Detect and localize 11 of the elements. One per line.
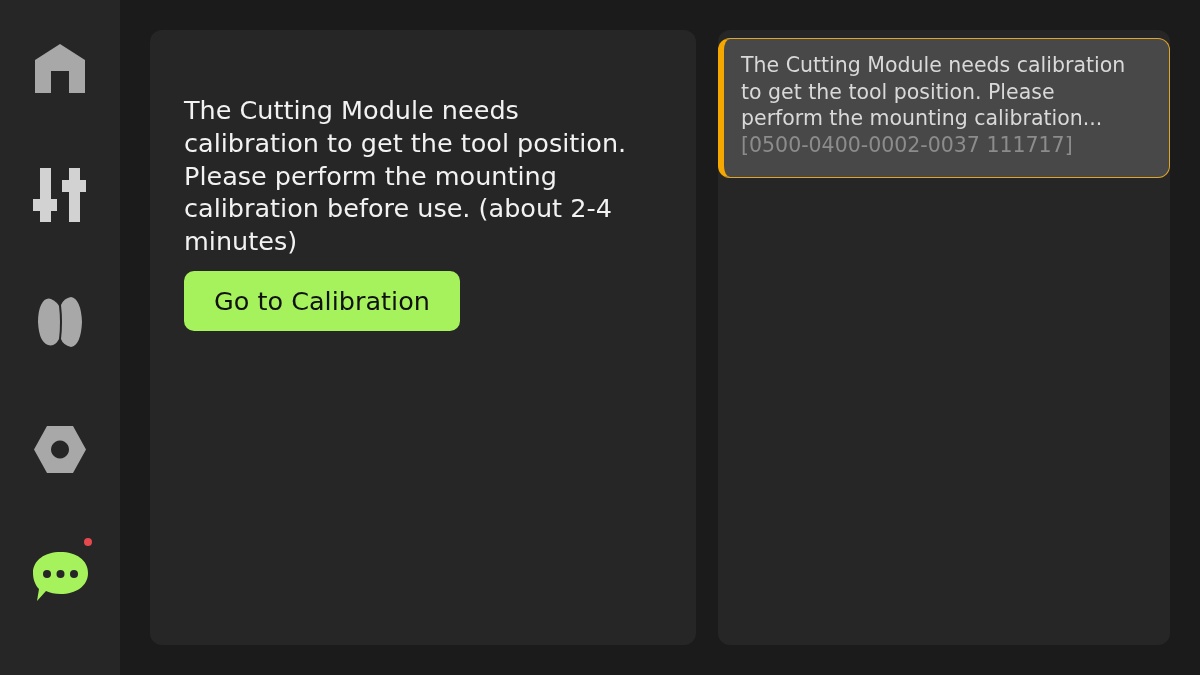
notification-card[interactable]: The Cutting Module needs calibration to get the tool position. Please perform the mounting calibration... [0500-0400-0002-0037 111717]	[718, 38, 1170, 178]
chat-bubble-icon	[32, 551, 88, 601]
sidebar-item[interactable]	[32, 167, 88, 223]
sliders-icon	[33, 168, 87, 222]
home-icon	[35, 43, 85, 93]
notification-text: The Cutting Module needs calibration to get the tool position. Please perform the mounting calibration...	[741, 52, 1127, 132]
calibration-button[interactable]: Go to Calibration	[184, 271, 460, 331]
message-text: The Cutting Module needs calibration to get the tool position. Please perform the mounting calibration before use. (about 2-4 minutes)	[184, 94, 628, 258]
hex-nut-icon	[34, 425, 86, 473]
error-code: [0500-0400-0002-0037 111717]	[741, 131, 1074, 158]
spool-icon	[37, 297, 83, 347]
